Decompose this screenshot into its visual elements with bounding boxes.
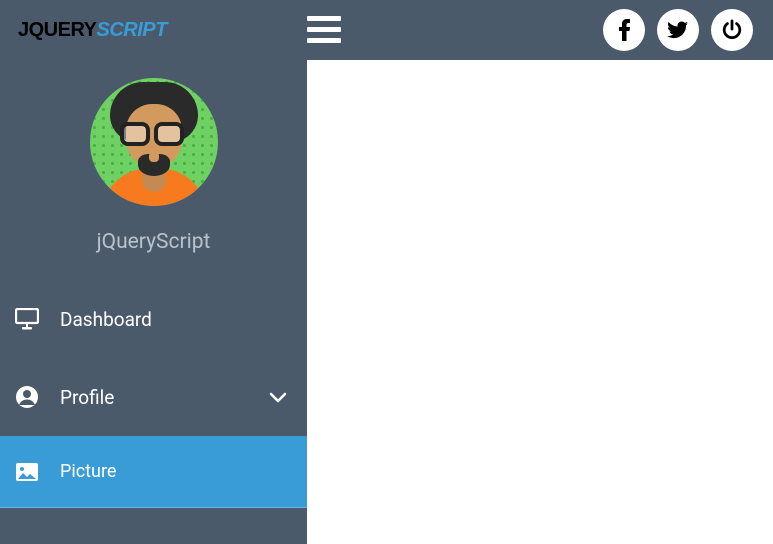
logo-first: JQUERY <box>18 19 97 41</box>
logo-second: SCRIPT <box>97 19 167 41</box>
sidebar-item-label: Dashboard <box>60 308 152 331</box>
main-content <box>307 60 773 544</box>
twitter-icon <box>667 19 689 41</box>
sidebar-subitem-picture[interactable]: Picture <box>0 436 307 508</box>
twitter-button[interactable] <box>657 9 699 51</box>
sidebar-profile-header: jQueryScript <box>0 60 307 280</box>
topbar: JQUERYSCRIPT <box>0 0 773 60</box>
power-icon <box>721 19 743 41</box>
sidebar: jQueryScript Dashboard Profile Picture <box>0 60 307 544</box>
top-actions <box>603 9 753 51</box>
sidebar-item-profile[interactable]: Profile <box>0 358 307 436</box>
facebook-button[interactable] <box>603 9 645 51</box>
logo: JQUERYSCRIPT <box>18 19 167 42</box>
sidebar-subitem-label: Picture <box>60 461 116 482</box>
sidebar-item-label: Profile <box>60 386 114 409</box>
chevron-down-icon <box>269 386 287 409</box>
image-icon <box>14 463 40 481</box>
menu-toggle-button[interactable] <box>307 16 341 44</box>
facebook-icon <box>614 19 634 41</box>
account-circle-icon <box>14 385 40 409</box>
sidebar-item-dashboard[interactable]: Dashboard <box>0 280 307 358</box>
power-button[interactable] <box>711 9 753 51</box>
hamburger-icon <box>307 16 341 44</box>
username-label: jQueryScript <box>0 230 307 254</box>
avatar <box>90 78 218 206</box>
monitor-icon <box>14 308 40 330</box>
